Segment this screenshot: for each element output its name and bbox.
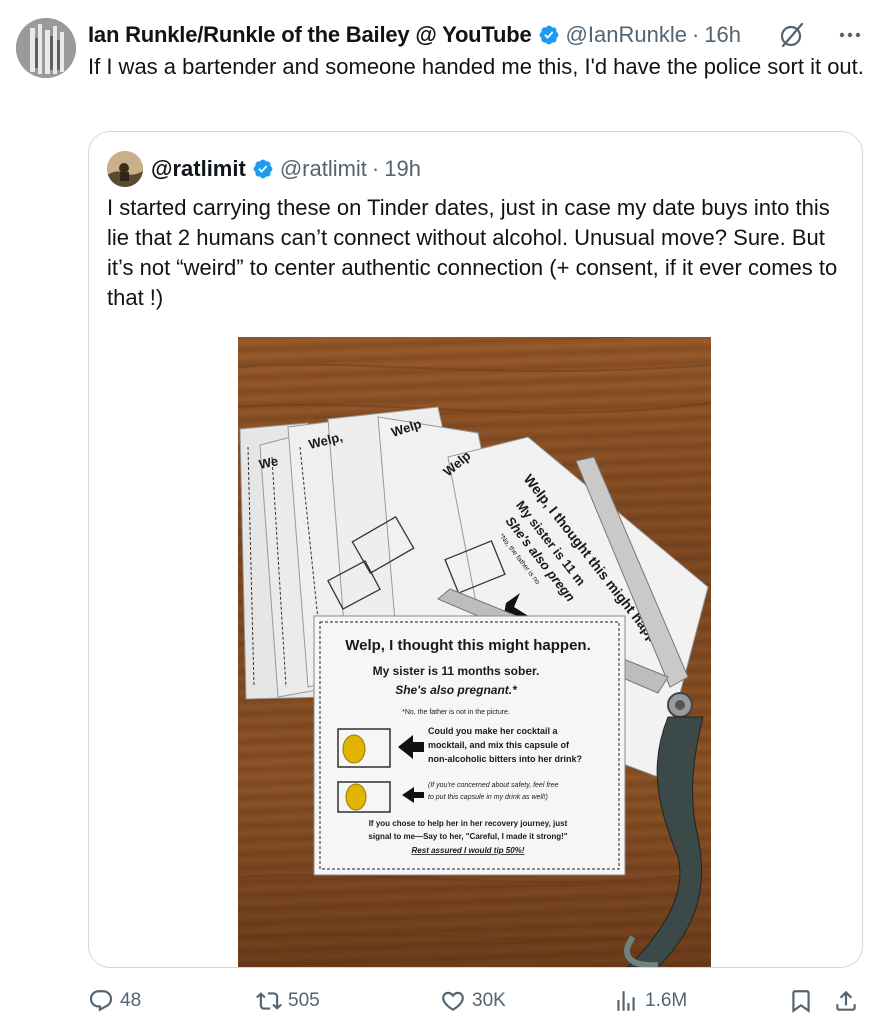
card-ask-line3: non-alcoholic bitters into her drink?	[428, 754, 582, 764]
like-button[interactable]: 30K	[440, 984, 506, 1018]
separator-dot: ·	[371, 156, 380, 181]
reply-count: 48	[120, 990, 142, 1011]
card-ask-line2: mocktail, and mix this capsule of	[428, 740, 570, 750]
card-tip-line: Rest assured I would tip 50%!	[412, 846, 525, 855]
front-card: Welp, I thought this might happen. My si…	[313, 615, 626, 876]
card-safety-line1: (If you're concerned about safety, feel …	[428, 782, 558, 789]
heart-icon	[442, 991, 464, 1011]
reply-button[interactable]: 48	[88, 984, 141, 1018]
author-avatar[interactable]	[16, 18, 76, 78]
post-text: If I was a bartender and someone handed …	[88, 54, 864, 79]
card-ask-line1: Could you make her cocktail a	[428, 726, 559, 736]
action-bar: 48 505 30K 1.6M	[88, 984, 863, 1018]
views-button[interactable]: 1.6M	[613, 984, 687, 1018]
quoted-post-header: @ratlimit @ratlimit · 19h	[107, 151, 421, 187]
photo-illustration: We Welp, Welp Welp Welp, I thought this …	[238, 363, 711, 967]
card-line2: She's also pregnant.*	[395, 683, 518, 697]
card-title: Welp, I thought this might happen.	[345, 637, 591, 654]
more-icon[interactable]	[836, 21, 864, 49]
post-time[interactable]: 16h	[704, 22, 741, 48]
verified-badge-icon	[539, 25, 558, 45]
separator-dot: ·	[691, 22, 700, 47]
repost-button[interactable]: 505	[256, 984, 320, 1018]
quoted-post-text: I started carrying these on Tinder dates…	[107, 195, 838, 310]
share-button[interactable]	[833, 984, 859, 1018]
card-help-line1: If you chose to help her in her recovery…	[369, 819, 568, 828]
author-name[interactable]: Ian Runkle/Runkle of the Bailey @ YouTub…	[88, 22, 532, 48]
quoted-post-photo[interactable]: We Welp, Welp Welp Welp, I thought this …	[238, 337, 711, 967]
reply-icon	[89, 990, 113, 1012]
quoted-author-name: @ratlimit	[151, 156, 246, 181]
card-safety-line2: to put this capsule in my drink as well!…	[428, 794, 548, 801]
share-icon	[836, 990, 856, 1011]
bookmark-icon	[792, 990, 810, 1013]
bookmark-button[interactable]	[788, 984, 814, 1018]
quoted-post-time: 19h	[384, 156, 421, 181]
quoted-post-card[interactable]: @ratlimit @ratlimit · 19h I started carr…	[88, 131, 863, 968]
card-footnote: *No, the father is not in the picture.	[402, 709, 510, 716]
repost-icon	[256, 992, 282, 1010]
like-count: 30K	[472, 990, 506, 1011]
card-line1: My sister is 11 months sober.	[373, 664, 540, 678]
views-count: 1.6M	[645, 990, 688, 1011]
grok-icon[interactable]	[778, 21, 806, 49]
verified-badge-icon	[253, 159, 273, 179]
card-help-line2: signal to me—Say to her, "Careful, I mad…	[368, 832, 567, 841]
quoted-author-handle: @ratlimit	[279, 156, 367, 181]
repost-count: 505	[288, 990, 320, 1011]
author-handle[interactable]: @IanRunkle	[566, 22, 687, 48]
views-icon	[617, 991, 635, 1011]
post-header: Ian Runkle/Runkle of the Bailey @ YouTub…	[88, 18, 864, 52]
quoted-author-avatar	[107, 151, 143, 187]
